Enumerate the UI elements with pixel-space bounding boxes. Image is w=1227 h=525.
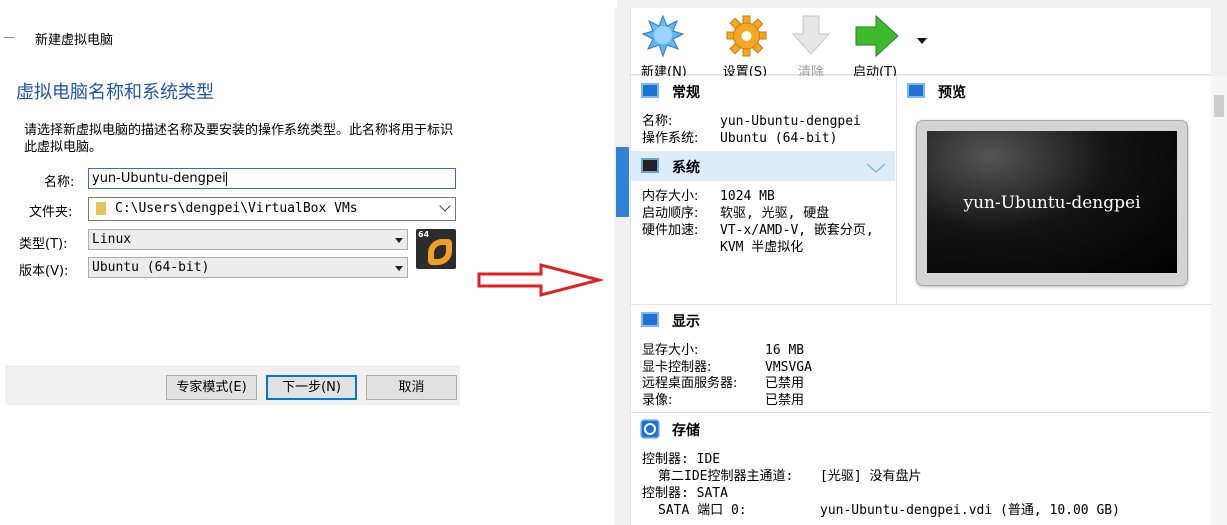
- type-select[interactable]: Linux: [88, 229, 408, 250]
- settings-button[interactable]: 设置(S): [721, 14, 769, 80]
- toolbar: 新建(N) 设置(S) 清除 启动(T): [631, 8, 1211, 80]
- display-monitor-icon: [641, 312, 659, 327]
- details-scrollbar[interactable]: [1211, 76, 1227, 525]
- system-chip-icon: [641, 158, 659, 173]
- next-button[interactable]: 下一步(N): [266, 375, 357, 400]
- system-section-header[interactable]: [631, 151, 895, 181]
- details-scrollbar-thumb[interactable]: [1214, 95, 1224, 117]
- display-recording-label: 录像:: [642, 393, 673, 408]
- chevron-down-icon[interactable]: [866, 163, 886, 173]
- section-divider: [631, 412, 1211, 413]
- display-rdp-label: 远程桌面服务器:: [642, 376, 738, 391]
- version-select[interactable]: Ubuntu (64-bit): [88, 257, 408, 278]
- folder-icon: [96, 202, 106, 215]
- right-arrow-icon: [477, 263, 603, 297]
- dialog-description: 请选择新虚拟电脑的描述名称及要安装的操作系统类型。此名称将用于标识此虚拟电脑。: [24, 123, 454, 155]
- preview-separator: [896, 76, 897, 304]
- type-value: Linux: [92, 232, 132, 247]
- dropdown-caret-icon: [395, 266, 403, 271]
- preview-title: 预览: [938, 85, 966, 101]
- folder-select[interactable]: C:\Users\dengpei\VirtualBox VMs: [88, 197, 456, 221]
- general-name-value: yun-Ubuntu-dengpei: [720, 114, 861, 129]
- display-recording-value: 已禁用: [765, 393, 805, 408]
- display-rdp-value: 已禁用: [765, 376, 805, 391]
- new-vm-button[interactable]: 新建(N): [641, 14, 687, 80]
- storage-disk-icon: [640, 419, 660, 439]
- expert-mode-button[interactable]: 专家模式(E): [166, 375, 257, 400]
- cancel-button[interactable]: 取消: [366, 375, 457, 400]
- folder-label: 文件夹:: [29, 205, 73, 220]
- discard-button[interactable]: 清除: [791, 14, 831, 80]
- new-vm-dialog: 新建虚拟电脑 虚拟电脑名称和系统类型 请选择新虚拟电脑的描述名称及要安装的操作系…: [0, 0, 460, 405]
- type-label: 类型(T):: [19, 237, 68, 252]
- ubuntu-os-icon: 64: [416, 229, 456, 269]
- text-cursor: [225, 171, 227, 186]
- dialog-back-dash: [4, 37, 14, 38]
- storage-sata-port-label: SATA 端口 0:: [658, 503, 747, 518]
- preview-frame: yun-Ubuntu-dengpei: [916, 120, 1188, 286]
- storage-sata-controller: 控制器: SATA: [642, 486, 728, 501]
- dialog-title: 新建虚拟电脑: [35, 33, 114, 48]
- dropdown-caret-icon: [395, 238, 403, 243]
- system-accel-value-line2: KVM 半虚拟化: [720, 240, 804, 255]
- gear-icon: [726, 15, 767, 57]
- name-input[interactable]: yun-Ubuntu-dengpei: [88, 168, 456, 189]
- system-memory-label: 内存大小:: [642, 189, 699, 204]
- start-dropdown-icon[interactable]: [917, 38, 927, 44]
- general-name-label: 名称:: [642, 114, 673, 129]
- storage-ide-port-label: 第二IDE控制器主通道:: [658, 469, 794, 484]
- os-logo-shape: [428, 239, 452, 265]
- discard-arrow-icon: [791, 15, 831, 55]
- system-boot-value: 软驱, 光驱, 硬盘: [720, 206, 830, 221]
- display-vram-label: 显存大小:: [642, 343, 699, 358]
- general-os-value: Ubuntu (64-bit): [720, 131, 838, 146]
- version-label: 版本(V):: [19, 264, 69, 279]
- start-button[interactable]: 启动(T): [849, 14, 901, 80]
- display-controller-label: 显卡控制器:: [642, 360, 712, 375]
- vm-list-scrollbar[interactable]: [614, 8, 631, 525]
- display-vram-value: 16 MB: [765, 343, 805, 358]
- version-value: Ubuntu (64-bit): [92, 260, 210, 275]
- chevron-down-icon: [439, 200, 451, 212]
- preview-monitor-icon: [907, 83, 925, 98]
- os-bit-badge: 64: [418, 230, 430, 239]
- start-arrow-icon: [855, 14, 899, 58]
- name-label: 名称:: [44, 175, 75, 190]
- system-title: 系统: [672, 160, 700, 176]
- folder-value: C:\Users\dengpei\VirtualBox VMs: [115, 201, 358, 216]
- dialog-heading: 虚拟电脑名称和系统类型: [16, 82, 214, 103]
- preview-screen: yun-Ubuntu-dengpei: [927, 131, 1177, 273]
- vm-list-selected-marker[interactable]: [616, 147, 629, 217]
- name-input-value: yun-Ubuntu-dengpei: [92, 171, 226, 186]
- system-accel-label: 硬件加速:: [642, 223, 699, 238]
- storage-sata-port-value: yun-Ubuntu-dengpei.vdi (普通, 10.00 GB): [820, 503, 1120, 518]
- system-boot-label: 启动顺序:: [642, 206, 699, 221]
- display-controller-value: VMSVGA: [765, 360, 812, 375]
- storage-title: 存储: [672, 423, 700, 439]
- display-title: 显示: [672, 314, 700, 330]
- system-accel-value-line1: VT-x/AMD-V, 嵌套分页,: [720, 223, 874, 238]
- dialog-edge: [0, 0, 5, 365]
- preview-screen-text: yun-Ubuntu-dengpei: [963, 193, 1141, 213]
- system-memory-value: 1024 MB: [720, 189, 775, 204]
- storage-ide-controller: 控制器: IDE: [642, 452, 721, 467]
- general-title: 常规: [672, 85, 700, 101]
- new-starburst-icon: [641, 14, 685, 58]
- general-monitor-icon: [641, 83, 659, 98]
- storage-ide-port-value: [光驱] 没有盘片: [820, 469, 922, 484]
- general-os-label: 操作系统:: [642, 131, 699, 146]
- section-divider: [631, 304, 1211, 305]
